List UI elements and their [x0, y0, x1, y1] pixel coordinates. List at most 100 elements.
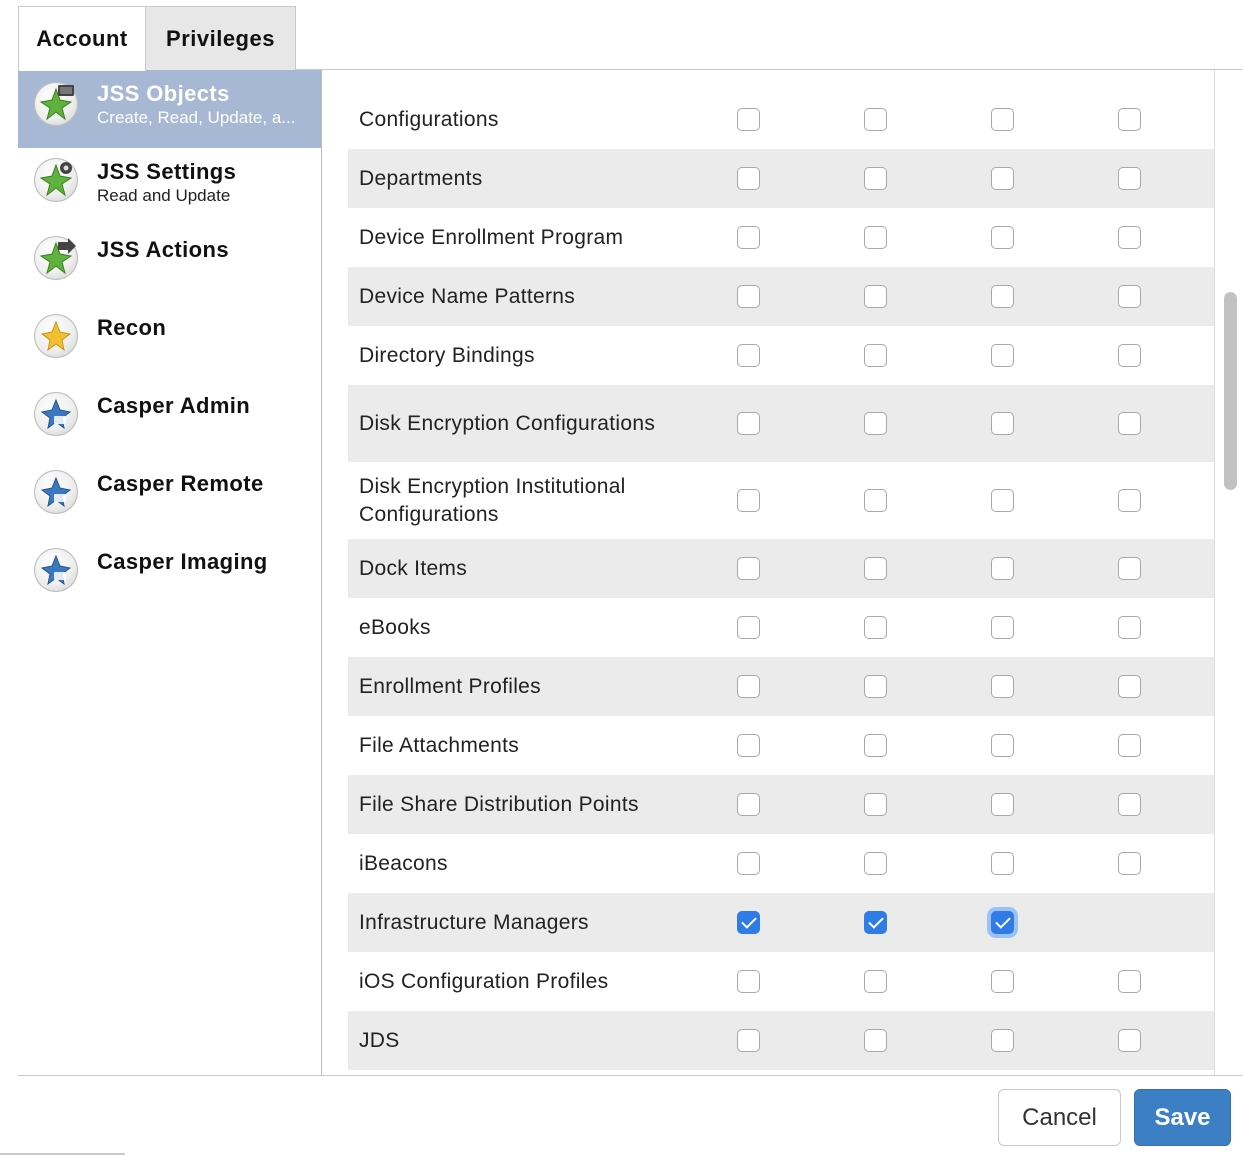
- privilege-checkbox[interactable]: [737, 108, 760, 131]
- privilege-checkbox[interactable]: [864, 167, 887, 190]
- privilege-checkbox[interactable]: [991, 1029, 1014, 1052]
- table-row: Departments: [348, 149, 1214, 208]
- casper-admin-icon: [34, 392, 78, 436]
- privilege-checkbox[interactable]: [1118, 793, 1141, 816]
- privilege-checkbox[interactable]: [991, 344, 1014, 367]
- privilege-checkbox[interactable]: [1118, 970, 1141, 993]
- privilege-checkbox[interactable]: [737, 557, 760, 580]
- privilege-checkbox[interactable]: [864, 1029, 887, 1052]
- privilege-checkbox[interactable]: [737, 911, 760, 934]
- privilege-checkbox[interactable]: [864, 852, 887, 875]
- sidebar-item-jss-settings[interactable]: JSS Settings Read and Update: [18, 148, 321, 226]
- privilege-checkbox[interactable]: [1118, 489, 1141, 512]
- privilege-checkbox[interactable]: [864, 734, 887, 757]
- privilege-checkbox[interactable]: [1118, 734, 1141, 757]
- sidebar-item-casper-admin[interactable]: Casper Admin: [18, 382, 321, 460]
- privilege-checkbox[interactable]: [864, 793, 887, 816]
- save-button[interactable]: Save: [1134, 1089, 1231, 1146]
- privilege-checkbox[interactable]: [991, 734, 1014, 757]
- privilege-checkbox[interactable]: [864, 226, 887, 249]
- privilege-checkbox[interactable]: [1118, 167, 1141, 190]
- privilege-checkbox[interactable]: [737, 852, 760, 875]
- table-row: Dock Items: [348, 539, 1214, 598]
- privilege-checkbox[interactable]: [864, 911, 887, 934]
- privilege-label: JDS: [359, 1028, 400, 1052]
- privilege-checkbox[interactable]: [737, 675, 760, 698]
- table-row: Device Name Patterns: [348, 267, 1214, 326]
- table-row: Configurations: [348, 90, 1214, 149]
- privilege-checkbox[interactable]: [991, 970, 1014, 993]
- privilege-checkbox[interactable]: [991, 108, 1014, 131]
- privilege-checkbox[interactable]: [991, 557, 1014, 580]
- privilege-checkbox[interactable]: [737, 226, 760, 249]
- tab-bar: Account Privileges: [18, 6, 1243, 71]
- sidebar-item-jss-objects[interactable]: JSS Objects Create, Read, Update, a...: [18, 70, 321, 148]
- privilege-checkbox[interactable]: [991, 852, 1014, 875]
- privilege-checkbox[interactable]: [1118, 852, 1141, 875]
- privilege-checkbox[interactable]: [991, 793, 1014, 816]
- privilege-checkbox[interactable]: [864, 412, 887, 435]
- privilege-label: Dock Items: [359, 556, 468, 580]
- table-row: iOS Configuration Profiles: [348, 952, 1214, 1011]
- sidebar-item-jss-actions[interactable]: JSS Actions: [18, 226, 321, 304]
- vertical-scrollbar[interactable]: [1214, 70, 1243, 1076]
- privilege-checkbox[interactable]: [737, 1029, 760, 1052]
- privilege-checkbox[interactable]: [737, 344, 760, 367]
- table-row: Disk Encryption Institutional Configurat…: [348, 462, 1214, 539]
- privilege-checkbox[interactable]: [864, 675, 887, 698]
- privilege-checkbox[interactable]: [864, 285, 887, 308]
- sidebar-item-casper-imaging[interactable]: Casper Imaging: [18, 538, 321, 616]
- privilege-label: Enrollment Profiles: [359, 674, 541, 698]
- scrollbar-thumb[interactable]: [1224, 292, 1237, 490]
- privilege-checkbox[interactable]: [991, 226, 1014, 249]
- privilege-checkbox[interactable]: [1118, 557, 1141, 580]
- privilege-checkbox[interactable]: [1118, 226, 1141, 249]
- tab-privileges[interactable]: Privileges: [145, 6, 296, 70]
- privilege-checkbox[interactable]: [864, 344, 887, 367]
- privilege-checkbox[interactable]: [991, 675, 1014, 698]
- privilege-checkbox[interactable]: [864, 616, 887, 639]
- privilege-checkbox[interactable]: [991, 616, 1014, 639]
- privilege-checkbox[interactable]: [991, 167, 1014, 190]
- sidebar-item-casper-remote[interactable]: Casper Remote: [18, 460, 321, 538]
- table-row: iBeacons: [348, 834, 1214, 893]
- privilege-checkbox[interactable]: [864, 108, 887, 131]
- table-row: Disk Encryption Configurations: [348, 385, 1214, 462]
- sidebar-item-title: JSS Actions: [97, 237, 229, 262]
- privilege-label: Configurations: [359, 107, 499, 131]
- cancel-button[interactable]: Cancel: [998, 1089, 1121, 1146]
- privilege-checkbox[interactable]: [737, 412, 760, 435]
- sidebar-item-subtitle: Create, Read, Update, a...: [97, 108, 296, 127]
- privilege-checkbox[interactable]: [991, 911, 1014, 934]
- privilege-checkbox[interactable]: [1118, 344, 1141, 367]
- sidebar-item-title: Casper Admin: [97, 393, 251, 418]
- privilege-label: eBooks: [359, 615, 431, 639]
- table-row: File Attachments: [348, 716, 1214, 775]
- privilege-checkbox[interactable]: [864, 970, 887, 993]
- privilege-checkbox[interactable]: [1118, 285, 1141, 308]
- privilege-checkbox[interactable]: [737, 489, 760, 512]
- sidebar-item-recon[interactable]: Recon: [18, 304, 321, 382]
- privilege-checkbox[interactable]: [737, 167, 760, 190]
- privilege-checkbox[interactable]: [737, 616, 760, 639]
- privilege-checkbox[interactable]: [1118, 108, 1141, 131]
- casper-remote-icon: [34, 470, 78, 514]
- privilege-checkbox[interactable]: [737, 793, 760, 816]
- privilege-label: Device Name Patterns: [359, 284, 576, 308]
- privilege-checkbox[interactable]: [1118, 1029, 1141, 1052]
- privilege-checkbox[interactable]: [864, 489, 887, 512]
- privilege-checkbox[interactable]: [737, 285, 760, 308]
- privilege-checkbox[interactable]: [737, 970, 760, 993]
- privilege-category-sidebar: JSS Objects Create, Read, Update, a... J…: [18, 70, 322, 1076]
- privilege-checkbox[interactable]: [864, 557, 887, 580]
- table-row: JDS: [348, 1011, 1214, 1070]
- privilege-checkbox[interactable]: [991, 412, 1014, 435]
- privilege-checkbox[interactable]: [1118, 616, 1141, 639]
- tab-account[interactable]: Account: [18, 6, 146, 71]
- privilege-checkbox[interactable]: [1118, 412, 1141, 435]
- privilege-checkbox[interactable]: [991, 285, 1014, 308]
- sidebar-item-title: Recon: [97, 315, 167, 340]
- privilege-checkbox[interactable]: [737, 734, 760, 757]
- privilege-checkbox[interactable]: [991, 489, 1014, 512]
- privilege-checkbox[interactable]: [1118, 675, 1141, 698]
